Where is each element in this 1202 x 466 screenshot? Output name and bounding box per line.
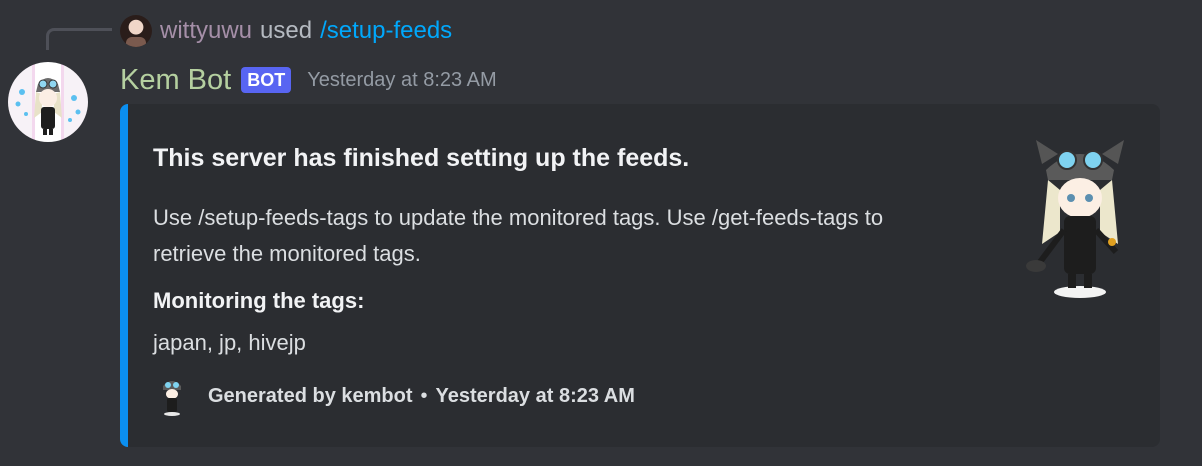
message-timestamp[interactable]: Yesterday at 8:23 AM (307, 69, 496, 92)
interaction-command[interactable]: /setup-feeds (320, 17, 452, 45)
embed: This server has finished setting up the … (120, 104, 1160, 447)
embed-field-name: Monitoring the tags: (153, 288, 365, 313)
footer-separator: • (420, 384, 428, 407)
chat-message: wittyuwu used /setup-feeds Kem Bot BOT Y… (0, 0, 1202, 466)
embed-thumbnail[interactable] (1020, 134, 1140, 300)
embed-title: This server has finished setting up the … (153, 144, 690, 172)
footer-icon (158, 376, 186, 416)
interaction-username[interactable]: wittyuwu (160, 17, 252, 45)
footer-timestamp: Yesterday at 8:23 AM (435, 384, 635, 407)
message-header: Kem Bot BOT Yesterday at 8:23 AM (120, 62, 497, 98)
interaction-used-label: used (260, 17, 313, 44)
reply-spine (46, 28, 112, 50)
author-name[interactable]: Kem Bot (120, 64, 231, 97)
embed-description: Use /setup-feeds-tags to update the moni… (153, 205, 884, 266)
command-interaction-line: wittyuwu used /setup-feeds (120, 14, 452, 48)
embed-field-value: japan, jp, hivejp (153, 330, 306, 355)
embed-footer: Generated by kembot • Yesterday at 8:23 … (158, 376, 635, 416)
bot-avatar[interactable] (8, 62, 88, 142)
user-avatar[interactable] (120, 15, 152, 47)
footer-text: Generated by kembot (208, 384, 413, 407)
embed-accent-bar (120, 104, 128, 447)
bot-tag: BOT (241, 67, 292, 93)
